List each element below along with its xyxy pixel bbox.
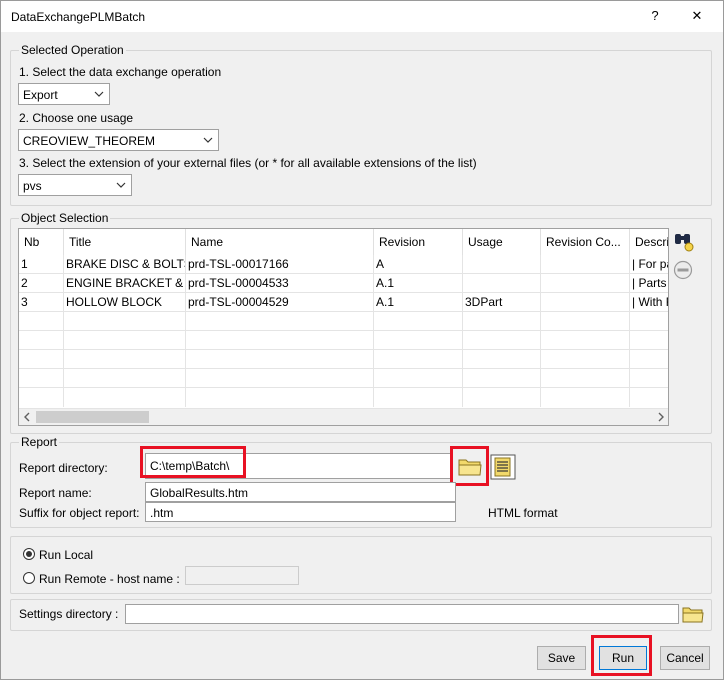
column-header-description[interactable]: Descri [630,229,668,255]
help-button[interactable]: ? [644,7,666,25]
highlight-run-button [591,635,652,676]
cell-usage: 3DPart [463,293,541,312]
empty-row [19,388,668,409]
highlight-browse-button [450,446,489,486]
dialog-window: DataExchangePLMBatch ? ✕ Selected Operat… [0,0,724,680]
suffix-value: .htm [150,506,174,520]
run-remote-radio[interactable] [23,572,35,584]
cell-revision: A.1 [374,293,463,312]
cell-name: prd-TSL-00004533 [186,274,374,293]
cell-title: HOLLOW BLOCK [64,293,186,312]
remove-icon [673,260,693,283]
cell-nb: 3 [19,293,64,312]
run-remote-label[interactable]: Run Remote - host name : [39,572,180,586]
column-header-name[interactable]: Name [186,229,374,255]
table-row[interactable]: 2 ENGINE BRACKET & ... prd-TSL-00004533 … [19,274,668,293]
cell-nb: 2 [19,274,64,293]
scroll-left-icon[interactable] [22,411,32,425]
chevron-down-icon [203,133,213,150]
horizontal-scrollbar[interactable] [19,409,668,425]
settings-directory-input[interactable] [125,604,679,624]
cell-revision: A [374,255,463,274]
highlight-report-directory [140,446,246,478]
view-report-button[interactable] [490,454,516,480]
empty-row [19,331,668,350]
cell-title: ENGINE BRACKET & ... [64,274,186,293]
html-format-label: HTML format [488,506,558,520]
column-header-nb[interactable]: Nb [19,229,64,255]
table-row[interactable]: 3 HOLLOW BLOCK prd-TSL-00004529 A.1 3DPa… [19,293,668,312]
scroll-right-icon[interactable] [656,411,666,425]
cell-revision-comment [541,255,630,274]
remote-host-input[interactable] [185,566,299,585]
step3-label: 3. Select the extension of your external… [19,156,477,170]
save-button[interactable]: Save [537,646,586,670]
report-name-input[interactable]: GlobalResults.htm [145,482,456,502]
cell-usage [463,274,541,293]
remove-object-button[interactable] [673,260,693,280]
extension-select[interactable]: pvs [18,174,132,196]
report-name-label: Report name: [19,486,92,500]
search-objects-button[interactable] [671,229,695,253]
settings-directory-label: Settings directory : [19,607,119,621]
step1-label: 1. Select the data exchange operation [19,65,222,79]
chevron-down-icon [116,178,126,195]
report-directory-label: Report directory: [19,461,108,475]
radio-selected-dot [26,551,32,557]
column-header-revision-comment[interactable]: Revision Co... [541,229,630,255]
cell-nb: 1 [19,255,64,274]
cell-revision-comment [541,293,630,312]
table-row[interactable]: 1 BRAKE DISC & BOLTS prd-TSL-00017166 A … [19,255,668,274]
empty-row [19,369,668,388]
report-view-icon [490,454,516,483]
binoculars-icon [671,234,695,256]
empty-row [19,312,668,331]
suffix-input[interactable]: .htm [145,502,456,522]
cancel-button[interactable]: Cancel [660,646,710,670]
report-name-value: GlobalResults.htm [150,486,249,500]
cell-description: | With F [632,295,668,309]
close-button[interactable]: ✕ [686,7,708,25]
cell-description: | Parts v [632,276,668,290]
operation-value: Export [23,88,58,102]
chevron-down-icon [94,87,104,104]
cell-name: prd-TSL-00017166 [186,255,374,274]
column-header-revision[interactable]: Revision [374,229,463,255]
cell-title: BRAKE DISC & BOLTS [64,255,186,274]
cell-name: prd-TSL-00004529 [186,293,374,312]
cell-revision-comment [541,274,630,293]
usage-value: CREOVIEW_THEOREM [23,134,156,148]
run-local-radio[interactable] [23,548,35,560]
cell-revision: A.1 [374,274,463,293]
cell-description: | For pa [632,257,668,271]
usage-select[interactable]: CREOVIEW_THEOREM [18,129,219,151]
folder-icon [681,607,705,628]
title-bar: DataExchangePLMBatch ? ✕ [1,1,723,32]
operation-select[interactable]: Export [18,83,110,105]
browse-settings-button[interactable] [681,603,705,625]
object-selection-legend: Object Selection [19,211,111,225]
column-header-title[interactable]: Title [64,229,186,255]
empty-row [19,350,668,369]
run-local-label[interactable]: Run Local [39,548,93,562]
report-legend: Report [19,435,60,449]
window-title: DataExchangePLMBatch [11,10,146,24]
object-table[interactable]: Nb Title Name Revision Usage Revision Co… [18,228,669,426]
column-header-usage[interactable]: Usage [463,229,541,255]
selected-operation-legend: Selected Operation [19,43,126,57]
suffix-label: Suffix for object report: [19,506,140,520]
extension-value: pvs [23,179,42,193]
cell-usage [463,255,541,274]
step2-label: 2. Choose one usage [19,111,134,125]
scrollbar-thumb[interactable] [36,411,149,423]
